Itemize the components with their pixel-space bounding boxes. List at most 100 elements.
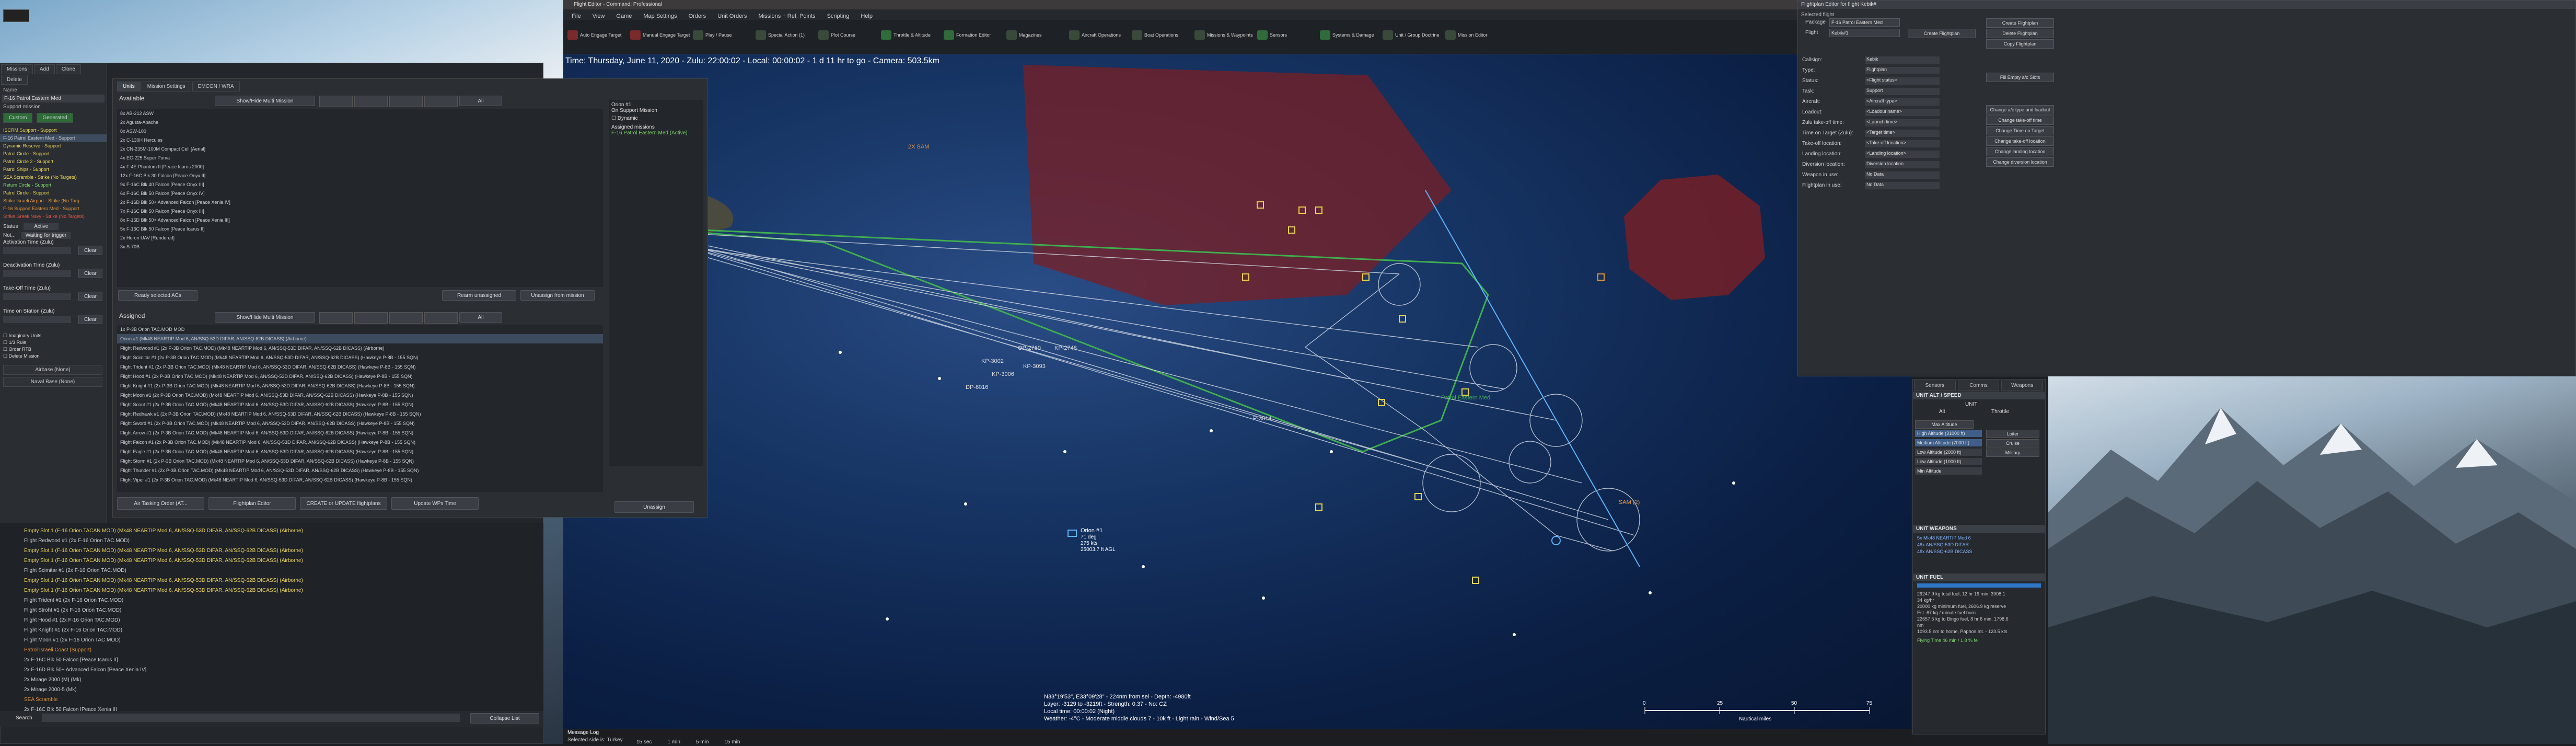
assigned-unit-row[interactable]: Flight Knight #1 (2x P-3B Orion TAC.MOD)…: [117, 381, 603, 391]
show-multi-mission-button[interactable]: Show/Hide Multi Mission: [215, 96, 315, 106]
available-unit-row[interactable]: 12x F-16C Blk 30 Falcon [Peace Onyx II]: [117, 171, 603, 180]
flight-detail-value[interactable]: <Landing location>: [1865, 151, 1940, 158]
clear-button[interactable]: Clear: [78, 269, 102, 278]
assigned-unit-row[interactable]: Flight Falcon #1 (2x P-3B Orion TAC.MOD)…: [117, 438, 603, 447]
aircraft-filter-icon[interactable]: [319, 312, 353, 324]
helicopter-filter-icon[interactable]: [424, 312, 458, 324]
tree-row[interactable]: Empty Slot 1 (F-16 Orion TACAN MOD) (Mk4…: [21, 556, 523, 566]
menu-item[interactable]: Missions + Ref. Points: [758, 13, 815, 19]
menu-item[interactable]: Help: [861, 13, 873, 19]
assigned-unit-row[interactable]: Orion #1 (Mk48 NEARTIP Mod 6, AN/SSQ-53D…: [117, 334, 603, 343]
flight-change-button[interactable]: Change Time on Target: [1986, 126, 2054, 135]
aircraft-button[interactable]: Aircraft Operations: [1069, 27, 1121, 43]
menu-item[interactable]: Game: [616, 13, 632, 19]
menu-item[interactable]: Orders: [689, 13, 706, 19]
flight-detail-value[interactable]: Support: [1865, 88, 1940, 95]
mission-editor-tab[interactable]: EMCON / WRA: [192, 82, 240, 91]
map-svg[interactable]: Orion #1 71 deg 275 kts 25003.7 ft AGL 2…: [563, 54, 1911, 729]
assigned-units-list[interactable]: 1x P-3B Orion TAC.MOD MOD Orion #1 (Mk48 …: [117, 325, 603, 492]
play-button[interactable]: Play / Pause: [693, 27, 732, 43]
collapse-list-button[interactable]: Collapse List: [470, 713, 539, 724]
tree-row[interactable]: Flight Hood #1 (2x F-16 Orion TAC.MOD): [21, 615, 523, 625]
tree-row[interactable]: 2x F-16C Blk 50 Falcon [Peace Icarus II]: [21, 655, 523, 665]
menu-item[interactable]: Scripting: [827, 13, 850, 19]
available-units-list[interactable]: 8x AB-212 ASW 2x Agusta-Apache 8x ASW-100 2…: [117, 109, 603, 287]
clear-button[interactable]: Clear: [78, 246, 102, 255]
flight-detail-value[interactable]: <Launch time>: [1865, 119, 1940, 127]
tree-row[interactable]: Empty Slot 1 (F-16 Orion TACAN MOD) (Mk4…: [21, 546, 523, 556]
available-unit-row[interactable]: 7x F-16C Blk 50 Falcon [Peace Onyx III]: [117, 207, 603, 216]
formation-button[interactable]: Formation Editor: [944, 27, 991, 43]
time-input[interactable]: [3, 247, 71, 254]
package-dropdown[interactable]: F-16 Patrol Eastern Med: [1829, 18, 1900, 27]
jet-filter-icon[interactable]: [354, 96, 388, 107]
tab-clone[interactable]: Clone: [55, 64, 81, 74]
assigned-unit-row[interactable]: Flight Scimitar #1 (2x P-3B Orion TAC.MO…: [117, 353, 603, 362]
flight-change-button[interactable]: Change a/c type and loadout: [1986, 105, 2054, 114]
tab-delete[interactable]: Delete: [1, 75, 28, 85]
altitude-preset[interactable]: Low Altitude (2000 ft): [1915, 449, 1982, 456]
plot-course-button[interactable]: Plot Course: [818, 27, 855, 43]
naval-base-button[interactable]: Naval Base (None): [3, 377, 102, 387]
available-unit-row[interactable]: 6x F-16C Blk 50 Falcon [Peace Onyx IV]: [117, 189, 603, 198]
airbase-button[interactable]: Airbase (None): [3, 365, 102, 375]
jet-filter-icon[interactable]: [354, 312, 388, 324]
assigned-unit-row[interactable]: 1x P-3B Orion TAC.MOD MOD: [117, 325, 603, 334]
flight-detail-value[interactable]: <Flight status>: [1865, 77, 1940, 85]
tree-row[interactable]: Flight Scimitar #1 (2x F-16 Orion TAC.MO…: [21, 566, 523, 576]
checkbox-icon[interactable]: ☐: [3, 347, 9, 352]
doctrine-button[interactable]: Unit / Group Doctrine: [1383, 27, 1440, 43]
checkbox-icon[interactable]: ☐: [3, 333, 9, 338]
checkbox-icon[interactable]: ☐: [3, 353, 9, 359]
special-action-button[interactable]: Special Action (1): [756, 27, 805, 43]
menu-item[interactable]: View: [593, 13, 605, 19]
checkbox-row[interactable]: ☐ 1/3 Rule: [3, 339, 103, 346]
systems-button[interactable]: Systems & Damage: [1320, 27, 1374, 43]
mission-list-item[interactable]: Dynamic Reserve - Support: [0, 142, 107, 150]
tree-row[interactable]: Flight Redwood #1 (2x F-16 Orion TAC.MOD…: [21, 536, 523, 546]
hostile-contact[interactable]: [1597, 273, 1605, 281]
tree-row[interactable]: 2x Mirage 2000 (M) (Mk): [21, 675, 523, 685]
flight-change-button[interactable]: Change take-off time: [1986, 116, 2054, 125]
tab-missions[interactable]: Missions: [1, 64, 33, 74]
mission-list-item[interactable]: ISCRM Support - Support: [0, 127, 107, 134]
assigned-unit-row[interactable]: Flight Moon #1 (2x P-3B Orion TAC.MOD) (…: [117, 391, 603, 400]
generated-button[interactable]: Generated: [37, 113, 73, 123]
mission-list-item[interactable]: F-16 Support Eastern Med - Support: [0, 205, 107, 213]
friendly-unit[interactable]: [1551, 536, 1561, 545]
speed-button[interactable]: 15 sec: [636, 739, 652, 745]
mission-list-item[interactable]: Patrol Ships - Support: [0, 166, 107, 174]
max-altitude-button[interactable]: Max Altitude: [1915, 420, 1974, 429]
desktop-icon[interactable]: [3, 9, 29, 22]
available-unit-row[interactable]: 4x EC-225 Super Puma: [117, 154, 603, 163]
throttle-button[interactable]: Throttle & Altitude: [881, 27, 931, 43]
helicopter-filter-icon[interactable]: [424, 96, 458, 107]
tree-row[interactable]: Flight Trident #1 (2x F-16 Orion TAC.MOD…: [21, 595, 523, 605]
mission-list-item[interactable]: Return Circle - Support: [0, 181, 107, 189]
tree-row[interactable]: Empty Slot 1 (F-16 Orion TACAN MOD) (Mk4…: [21, 526, 523, 536]
mission-button[interactable]: Missions & Waypoints: [1194, 27, 1253, 43]
flight-detail-value[interactable]: No Data: [1865, 171, 1940, 179]
copy-flightplan-button[interactable]: Copy Flightplan: [1986, 39, 2054, 49]
altitude-preset[interactable]: Min Altitude: [1915, 467, 1982, 475]
unassign-mission-button[interactable]: Unassign from mission: [520, 290, 595, 301]
available-unit-row[interactable]: 4x F-4E Phantom II [Peace Icarus 2000]: [117, 163, 603, 171]
mission-editor-action-button[interactable]: CREATE or UPDATE flightplans: [300, 497, 387, 510]
crosshair-button[interactable]: Manual Engage Target: [630, 27, 690, 43]
flight-dropdown[interactable]: Kebik#1: [1829, 29, 1900, 37]
mission-list-item[interactable]: Strike Greek Navy - Strike (No Targets): [0, 213, 107, 221]
time-input[interactable]: [3, 270, 71, 277]
ready-selected-button[interactable]: Ready selected ACs: [118, 290, 198, 301]
altitude-preset[interactable]: Low Altitude (1000 ft): [1915, 458, 1982, 465]
weapon-item[interactable]: 48x AN/SSQ-62B DICASS: [1917, 548, 2041, 555]
mission-list-item[interactable]: Strike Israeli Airport - Strike (No Targ: [0, 197, 107, 205]
assigned-unit-row[interactable]: Flight Redhawk #1 (2x P-3B Orion TAC.MOD…: [117, 409, 603, 419]
flight-detail-value[interactable]: <Aircraft type>: [1865, 98, 1940, 106]
speed-button[interactable]: 5 min: [696, 739, 709, 745]
mission-list-item[interactable]: Patrol Circle 2 - Support: [0, 158, 107, 166]
available-unit-row[interactable]: 3x S-70B: [117, 243, 603, 251]
info-mission[interactable]: F-16 Patrol Eastern Med (Active): [611, 130, 701, 136]
available-unit-row[interactable]: 8x F-16D Blk 50+ Advanced Falcon [Peace …: [117, 216, 603, 225]
flight-detail-value[interactable]: <Loadout name>: [1865, 109, 1940, 116]
mission-list-item[interactable]: F-16 Patrol Eastern Med - Support: [0, 134, 107, 142]
